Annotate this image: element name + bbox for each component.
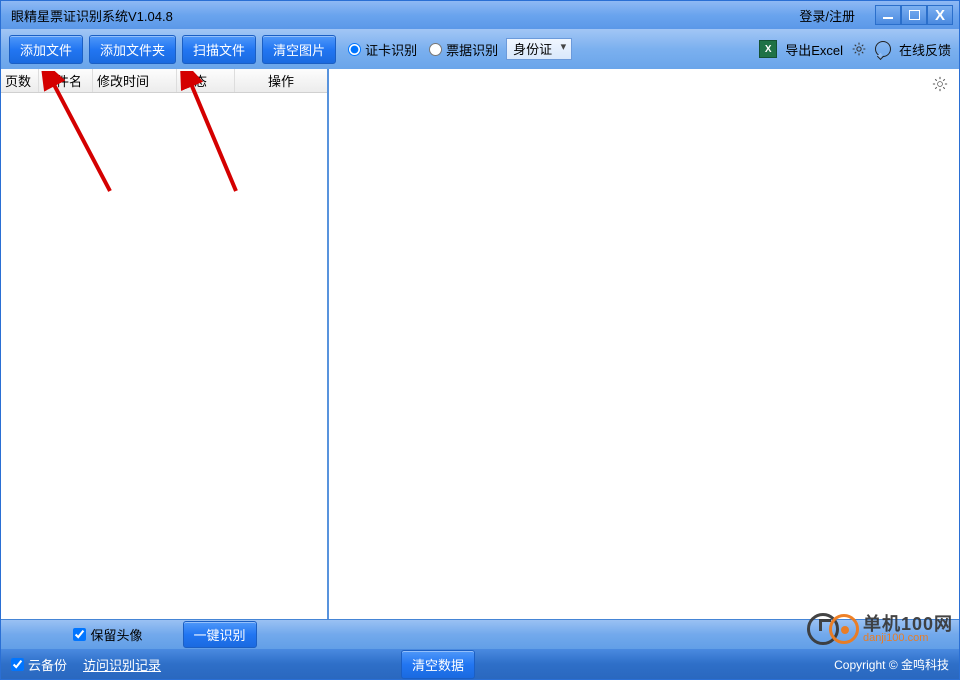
cloud-backup-label: 云备份 [28,655,67,674]
col-status[interactable]: 状态 [177,69,235,92]
titlebar: 眼精星票证识别系统V1.04.8 登录/注册 X [1,1,959,29]
bill-recognition-radio[interactable]: 票据识别 [429,40,498,59]
app-title: 眼精星票证识别系统V1.04.8 [11,6,173,25]
card-recognition-radio-input[interactable] [348,43,361,56]
content-area: 页数 文件名 修改时间 状态 操作 [1,69,959,619]
copyright-text: Copyright © 金鸣科技 [834,656,949,673]
minimize-button[interactable] [875,5,901,25]
doc-type-select[interactable]: 身份证 [506,38,572,60]
bill-recognition-label: 票据识别 [446,40,498,59]
close-button[interactable]: X [927,5,953,25]
col-action[interactable]: 操作 [235,69,327,92]
keep-avatar-label: 保留头像 [90,625,142,644]
online-feedback-button[interactable]: 在线反馈 [899,40,951,59]
login-register-link[interactable]: 登录/注册 [799,6,855,25]
cloud-backup-checkbox[interactable]: 云备份 [11,655,67,674]
excel-icon: X [759,40,777,58]
file-table-body [1,93,327,619]
status-bar: 云备份 访问识别记录 清空数据 Copyright © 金鸣科技 [1,649,959,679]
file-list-panel: 页数 文件名 修改时间 状态 操作 [1,69,329,619]
recognize-button[interactable]: 一键识别 [183,621,257,648]
maximize-button[interactable] [901,5,927,25]
add-folder-button[interactable]: 添加文件夹 [89,35,176,64]
clear-data-button[interactable]: 清空数据 [401,650,475,679]
visit-records-link[interactable]: 访问识别记录 [83,655,161,674]
bottom-toolbar-1: 保留头像 一键识别 [1,619,959,649]
main-toolbar: 添加文件 添加文件夹 扫描文件 清空图片 证卡识别 票据识别 身份证 X 导出E… [1,29,959,69]
panel-settings-icon[interactable] [931,75,949,93]
cloud-backup-checkbox-input[interactable] [11,658,24,671]
scan-file-button[interactable]: 扫描文件 [182,35,256,64]
keep-avatar-checkbox-input[interactable] [73,628,86,641]
export-settings-icon[interactable] [851,41,867,57]
file-table-header: 页数 文件名 修改时间 状态 操作 [1,69,327,93]
preview-panel [329,69,959,619]
bill-recognition-radio-input[interactable] [429,43,442,56]
card-recognition-radio[interactable]: 证卡识别 [348,40,417,59]
keep-avatar-checkbox[interactable]: 保留头像 [73,625,142,644]
chat-icon [875,41,891,57]
add-file-button[interactable]: 添加文件 [9,35,83,64]
clear-images-button[interactable]: 清空图片 [262,35,336,64]
col-mtime[interactable]: 修改时间 [93,69,177,92]
col-page[interactable]: 页数 [1,69,39,92]
card-recognition-label: 证卡识别 [365,40,417,59]
col-filename[interactable]: 文件名 [39,69,93,92]
export-excel-button[interactable]: 导出Excel [785,40,843,59]
